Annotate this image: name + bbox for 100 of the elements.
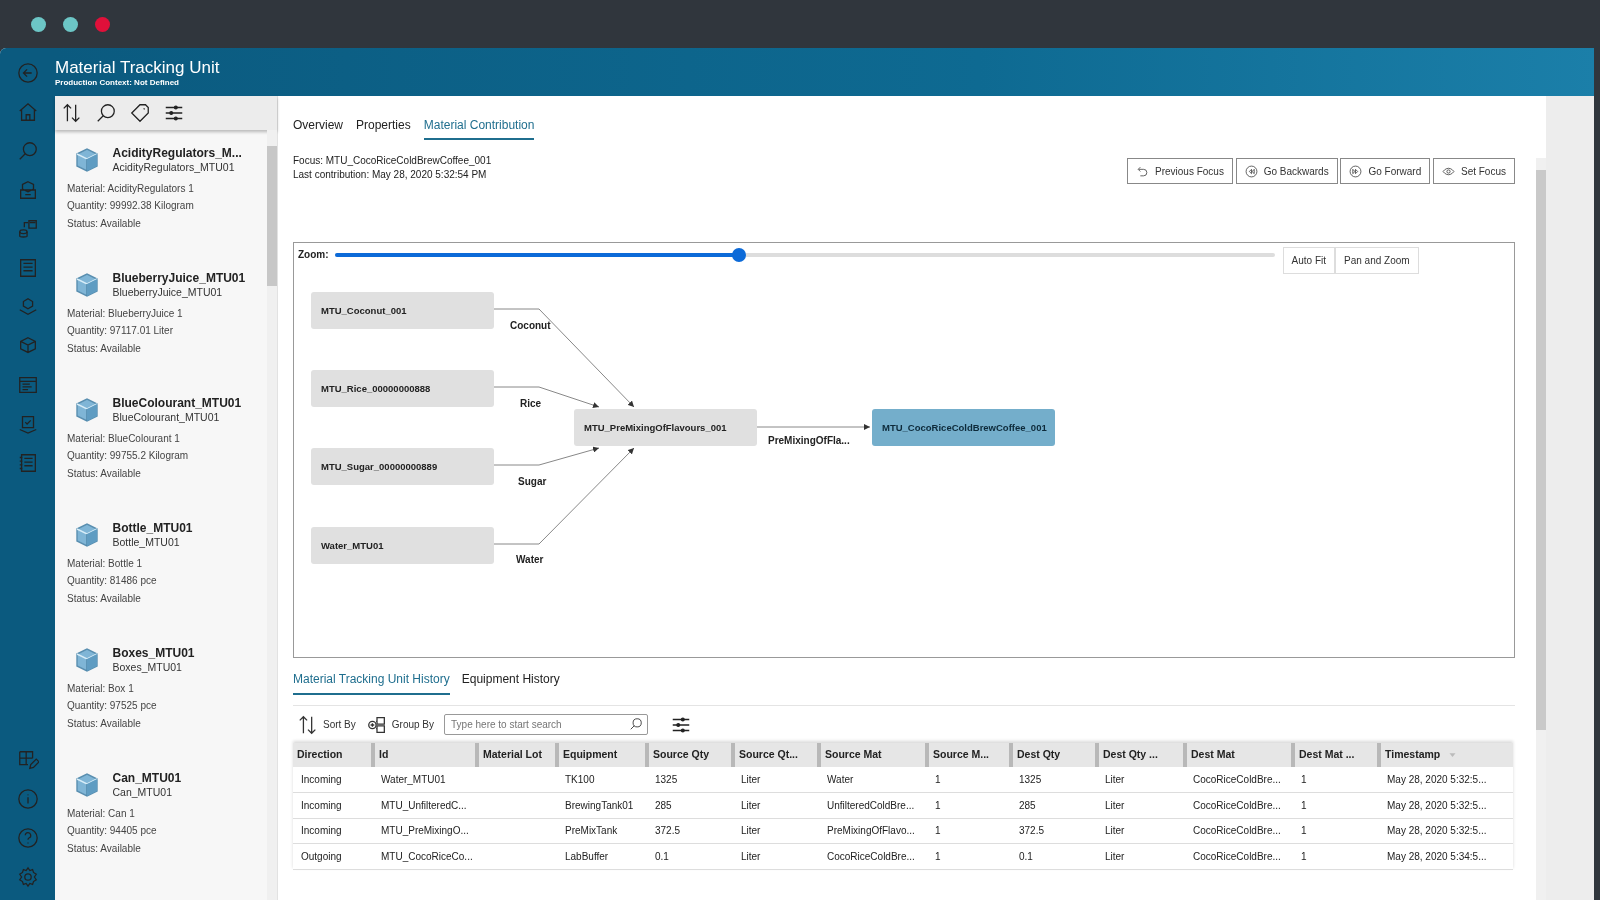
item-title: Bottle_MTU01 — [112, 521, 193, 536]
tab[interactable]: Properties — [356, 116, 411, 140]
focus-label: Focus: MTU_CocoRiceColdBrewCoffee_001 — [293, 154, 493, 168]
search-field[interactable]: Type here to start search — [444, 714, 649, 735]
edge-label: Water — [516, 554, 544, 565]
group-button[interactable]: Group By — [365, 713, 435, 736]
column-header[interactable]: Dest Mat — [1185, 743, 1293, 767]
column-header[interactable]: Source Qt... — [733, 743, 819, 767]
list-item[interactable]: BlueColourant_MTU01 BlueColourant_MTU01 Material: BlueColourant 1 Quantity: 99755.2 Kilogram Status: Available — [67, 396, 267, 521]
home-icon[interactable] — [16, 101, 39, 123]
item-subtitle: Boxes_MTU01 — [112, 661, 183, 674]
item-subtitle: Bottle_MTU01 — [112, 536, 181, 549]
table-cell: Liter — [1105, 850, 1125, 862]
app-title: Material Tracking Unit — [55, 58, 221, 78]
layout-edit-icon[interactable] — [16, 749, 39, 771]
table-cell: 1 — [935, 799, 941, 811]
list-item[interactable]: Can_MTU01 Can_MTU01 Material: Can 1 Quantity: 94405 pce Status: Available — [67, 771, 267, 896]
item-status: Status: Available — [67, 466, 142, 481]
item-title: AcidityRegulators_M... — [112, 146, 242, 161]
toolbar-button[interactable]: Go Forward — [1340, 158, 1431, 184]
scrollbar-thumb[interactable] — [267, 146, 277, 286]
graph-node[interactable]: MTU_Coconut_001 — [311, 292, 494, 329]
item-material: Material: AcidityRegulators 1 — [67, 181, 195, 196]
search-icon[interactable] — [95, 102, 117, 124]
scrollbar-thumb[interactable] — [1536, 170, 1546, 730]
item-title: Boxes_MTU01 — [112, 646, 195, 661]
item-subtitle: AcidityRegulators_MTU01 — [112, 161, 236, 174]
toolbar-button[interactable]: Go Backwards — [1235, 158, 1338, 184]
graph-button[interactable]: Auto Fit — [1282, 247, 1335, 274]
table-cell: PreMixTank — [565, 825, 618, 837]
graph-node[interactable]: MTU_CocoRiceColdBrewCoffee_001 — [872, 409, 1055, 446]
table-cell: LabBuffer — [565, 850, 609, 862]
table-cell: Outgoing — [301, 850, 342, 862]
column-header[interactable]: Timestamp — [1379, 743, 1513, 767]
form-icon[interactable] — [16, 374, 39, 396]
sort-button[interactable]: Sort By — [297, 713, 356, 736]
edge-label: Rice — [520, 398, 542, 409]
table-cell: PreMixingOfFlavo... — [827, 825, 915, 837]
cube-icon — [73, 146, 101, 174]
rewind-icon — [1244, 164, 1258, 178]
column-header[interactable]: Source Mat — [819, 743, 927, 767]
sort-caret-icon — [1448, 750, 1458, 760]
context-label: Production Context: Not Defined — [55, 78, 180, 87]
graph-node[interactable]: MTU_Sugar_00000000889 — [311, 448, 494, 485]
list-item[interactable]: BlueberryJuice_MTU01 BlueberryJuice_MTU01 Material: BlueberryJuice 1 Quantity: 97117.01 Liter Status: Available — [67, 271, 267, 396]
graph-node[interactable]: Water_MTU01 — [311, 527, 494, 564]
edge-label: Coconut — [510, 320, 551, 331]
column-header[interactable]: Dest Qty — [1011, 743, 1097, 767]
item-subtitle: BlueColourant_MTU01 — [112, 411, 221, 424]
column-header[interactable]: Dest Mat ... — [1293, 743, 1379, 767]
cube-icon — [73, 271, 101, 299]
tab[interactable]: Material Tracking Unit History — [293, 670, 450, 695]
table-cell: 0.1 — [655, 850, 669, 862]
column-header[interactable]: Source M... — [927, 743, 1011, 767]
transfer-icon[interactable] — [16, 218, 39, 240]
list-item[interactable]: Boxes_MTU01 Boxes_MTU01 Material: Box 1 Quantity: 97525 pce Status: Available — [67, 646, 267, 771]
settings-icon[interactable] — [16, 866, 39, 888]
item-title: BlueColourant_MTU01 — [112, 396, 242, 411]
column-header[interactable]: Material Lot — [477, 743, 557, 767]
toolbar-button[interactable]: Previous Focus — [1126, 158, 1233, 184]
tag-icon[interactable] — [129, 102, 151, 124]
graph-node[interactable]: MTU_Rice_00000000888 — [311, 370, 494, 407]
back-icon[interactable] — [16, 62, 39, 84]
table-cell: CocoRiceColdBre... — [1193, 774, 1281, 785]
zoom-slider[interactable] — [334, 247, 1275, 263]
table-cell: 1 — [1301, 825, 1307, 837]
toolbar-button[interactable]: Set Focus — [1432, 158, 1515, 184]
help-icon[interactable] — [16, 827, 39, 849]
list-item[interactable]: Bottle_MTU01 Bottle_MTU01 Material: Bottle 1 Quantity: 81486 pce Status: Available — [67, 521, 267, 646]
table-cell: Water — [827, 774, 854, 785]
table-cell: MTU_CocoRiceCo... — [381, 850, 473, 862]
table-cell: 1325 — [655, 774, 678, 785]
item-title: BlueberryJuice_MTU01 — [112, 271, 246, 286]
graph-node[interactable]: MTU_PreMixingOfFlavours_001 — [574, 409, 757, 446]
table-cell: Liter — [1105, 774, 1125, 785]
table-cell: BrewingTank01 — [565, 799, 634, 811]
tab[interactable]: Equipment History — [461, 670, 560, 695]
graph-button[interactable]: Pan and Zoom — [1335, 247, 1419, 274]
tab[interactable]: Overview — [293, 116, 343, 140]
table-cell: TK100 — [565, 774, 595, 785]
info-icon[interactable] — [16, 788, 39, 810]
item-quantity: Quantity: 81486 pce — [67, 574, 158, 588]
fast-forward-icon — [1349, 164, 1363, 178]
cube-icon — [73, 771, 101, 799]
cube-icon — [73, 646, 101, 674]
column-header[interactable]: Id — [373, 743, 477, 767]
window-control[interactable] — [95, 16, 110, 32]
column-header[interactable]: Direction — [293, 743, 373, 767]
window-control[interactable] — [63, 16, 78, 32]
zoom-label: Zoom: — [298, 248, 329, 262]
column-header[interactable]: Dest Qty ... — [1097, 743, 1185, 767]
item-status: Status: Available — [67, 216, 142, 231]
tab[interactable]: Material Contribution — [423, 116, 535, 140]
item-quantity: Quantity: 94405 pce — [67, 824, 158, 838]
column-header[interactable]: Source Qty — [647, 743, 733, 767]
item-material: Material: BlueColourant 1 — [67, 431, 181, 446]
table-cell: 1 — [1301, 850, 1307, 862]
list-item[interactable]: AcidityRegulators_M... AcidityRegulators_MTU01 Material: AcidityRegulators 1 Quantity: 99992.38 Kilogram Status: Available — [67, 146, 267, 271]
window-control[interactable] — [31, 16, 46, 32]
column-header[interactable]: Equipment — [557, 743, 647, 767]
